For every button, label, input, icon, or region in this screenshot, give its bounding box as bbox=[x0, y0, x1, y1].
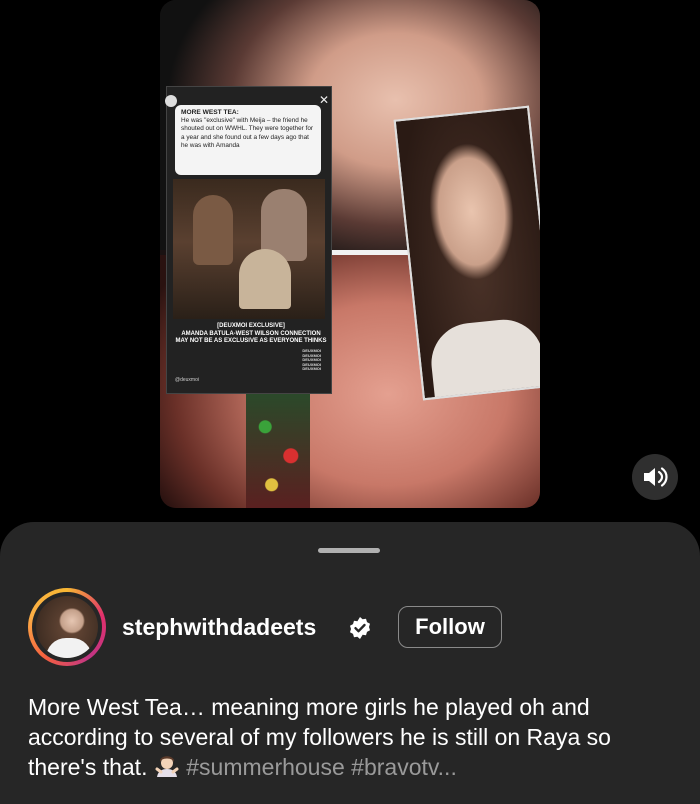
story-caption-line2: AMANDA BATULA-WEST WILSON CONNECTION MAY… bbox=[175, 330, 327, 345]
message-bubble: MORE WEST TEA: He was "exclusive" with M… bbox=[175, 105, 321, 175]
story-caption: [DEUXMOI EXCLUSIVE] AMANDA BATULA-WEST W… bbox=[175, 323, 327, 346]
story-screenshot: ✕ MORE WEST TEA: He was "exclusive" with… bbox=[165, 86, 332, 394]
sheet-grab-handle[interactable] bbox=[318, 548, 380, 553]
close-icon: ✕ bbox=[318, 93, 329, 107]
message-heading: MORE WEST TEA: bbox=[181, 109, 239, 116]
story-avatar-icon bbox=[165, 95, 177, 107]
woman-shrugging-emoji bbox=[155, 756, 179, 777]
username[interactable]: stephwithdadeets bbox=[122, 614, 316, 641]
avatar[interactable] bbox=[32, 592, 102, 662]
post-caption: More West Tea… meaning more girls he pla… bbox=[28, 692, 678, 782]
follow-button[interactable]: Follow bbox=[398, 606, 502, 648]
post-info-sheet: stephwithdadeets Follow More West Tea… m… bbox=[0, 522, 700, 804]
message-text: He was "exclusive" with Meija – the frie… bbox=[181, 117, 314, 149]
story-ring[interactable] bbox=[28, 588, 106, 666]
verified-badge-icon bbox=[350, 617, 370, 639]
story-photo bbox=[173, 179, 325, 319]
reel-video[interactable]: ✕ MORE WEST TEA: He was "exclusive" with… bbox=[160, 0, 540, 508]
story-caption-line1: [DEUXMOI EXCLUSIVE] bbox=[217, 323, 285, 329]
story-watermark: DEUXMOI DEUXMOI DEUXMOI DEUXMOI DEUXMOI bbox=[302, 348, 321, 372]
glitter-background bbox=[246, 392, 310, 508]
hashtags[interactable]: #summerhouse #bravotv... bbox=[186, 754, 457, 780]
speaker-on-icon[interactable] bbox=[632, 454, 678, 500]
story-handle: @deuxmoi bbox=[175, 377, 199, 383]
